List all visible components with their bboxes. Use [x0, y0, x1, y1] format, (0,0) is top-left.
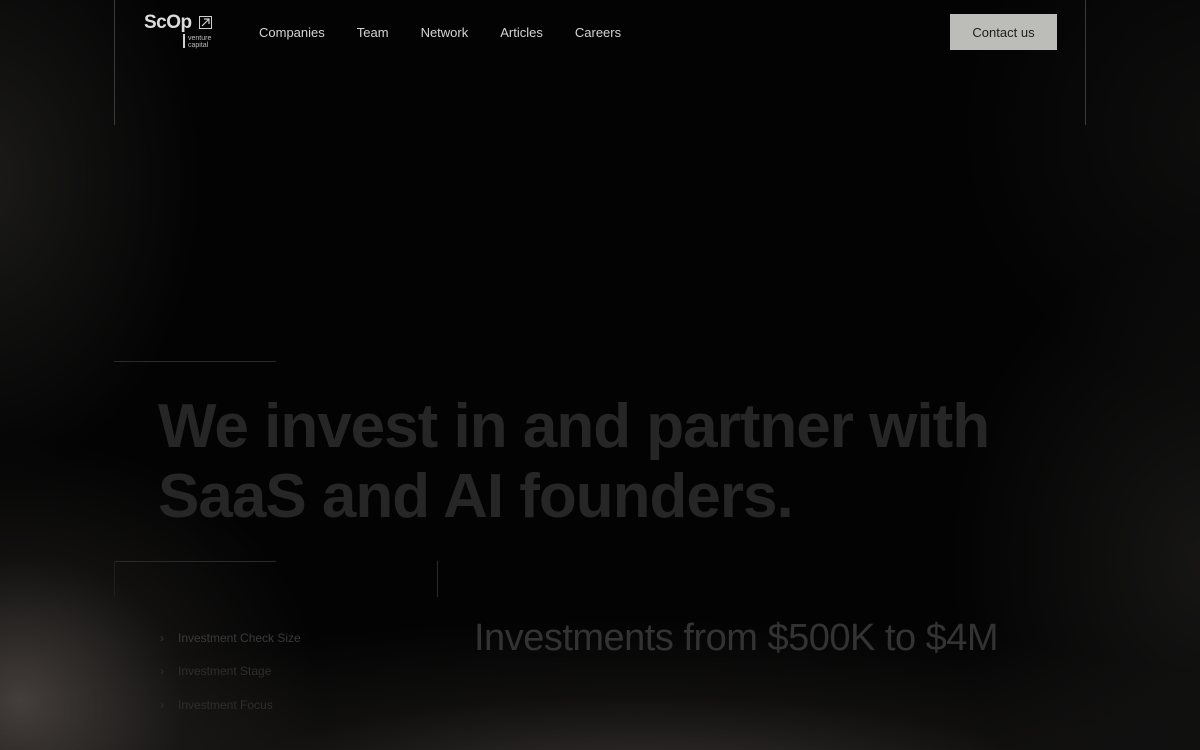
contact-us-button[interactable]: Contact us	[950, 14, 1057, 50]
investment-tabs: › Investment Check Size › Investment Sta…	[160, 621, 301, 722]
tab-label: Investment Focus	[178, 697, 273, 712]
tab-panel-frame	[114, 561, 438, 597]
logo-wordmark: ScOp	[144, 12, 192, 33]
chevron-right-icon: ›	[160, 664, 164, 679]
nav-network[interactable]: Network	[421, 25, 469, 40]
tab-label: Investment Stage	[178, 664, 272, 679]
frame-line-left	[114, 0, 115, 125]
main-nav: Companies Team Network Articles Careers	[259, 25, 653, 40]
nav-companies[interactable]: Companies	[259, 25, 325, 40]
frame-line-right	[1085, 0, 1086, 125]
nav-careers[interactable]: Careers	[575, 25, 621, 40]
divider-top	[114, 361, 276, 362]
external-arrow-icon	[199, 16, 212, 29]
nav-team[interactable]: Team	[357, 25, 389, 40]
tab-investment-stage[interactable]: › Investment Stage	[160, 655, 301, 689]
nav-articles[interactable]: Articles	[500, 25, 543, 40]
chevron-right-icon: ›	[160, 697, 164, 712]
tab-label: Investment Check Size	[178, 630, 301, 645]
chevron-right-icon: ›	[160, 630, 164, 645]
hero-headline: We invest in and partner with SaaS and A…	[158, 392, 990, 531]
tab-investment-check-size[interactable]: › Investment Check Size	[160, 621, 301, 655]
tab-investment-focus[interactable]: › Investment Focus	[160, 688, 301, 722]
logo[interactable]: ScOp venture capital	[144, 12, 216, 52]
logo-tagline: venture capital	[188, 35, 212, 49]
investment-detail: Investments from $500K to $4M	[474, 617, 999, 659]
logo-bar	[183, 34, 185, 48]
